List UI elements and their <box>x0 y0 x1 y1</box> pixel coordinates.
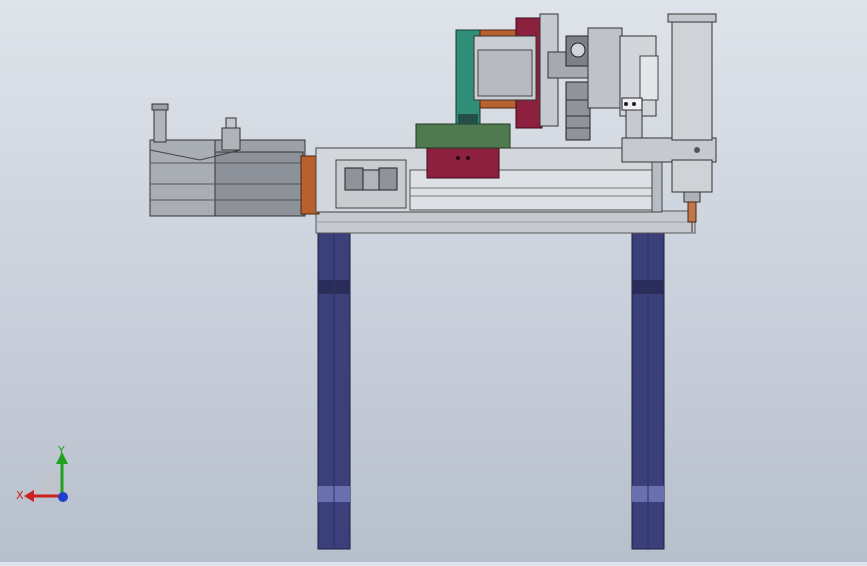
base-plate[interactable] <box>315 210 696 234</box>
z-axis-dot <box>58 492 68 502</box>
coordinate-triad: Y X <box>16 444 68 502</box>
slider-carriage[interactable] <box>415 123 511 179</box>
servo-motor[interactable] <box>149 139 306 217</box>
x-axis-label: X <box>16 489 24 502</box>
cad-graphics-viewport[interactable]: Y X <box>0 0 867 562</box>
syringe-barrel[interactable] <box>667 13 717 203</box>
left-support-leg[interactable] <box>317 232 351 550</box>
y-axis-label: Y <box>57 444 65 457</box>
dispenser-mount-bracket[interactable] <box>621 137 717 163</box>
cylinder-body[interactable] <box>473 35 537 101</box>
guide-block[interactable] <box>587 27 659 117</box>
z-axis-rail[interactable] <box>625 109 643 141</box>
shaft-coupling[interactable] <box>335 159 407 209</box>
cad-model-canvas[interactable]: Y X <box>0 0 867 562</box>
motor-connector-right <box>221 117 241 151</box>
motor-connector-left <box>151 103 169 143</box>
right-support-leg[interactable] <box>631 232 665 550</box>
